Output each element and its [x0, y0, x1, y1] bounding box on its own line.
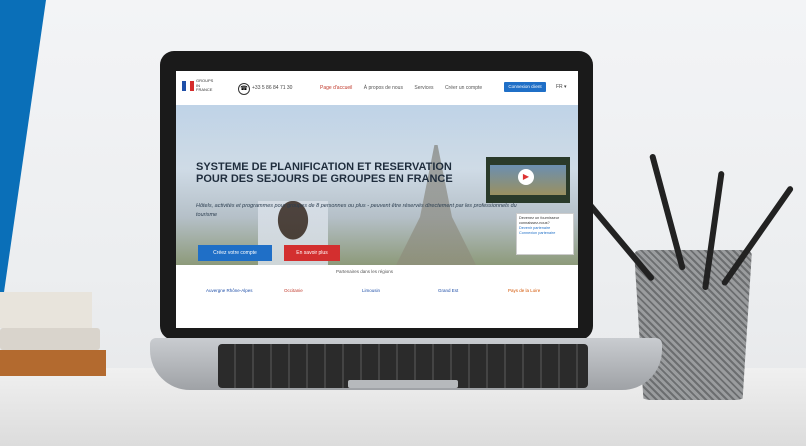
trackpad: [348, 380, 458, 388]
nav-services[interactable]: Services: [414, 85, 433, 91]
book: [0, 292, 92, 328]
partner-box: Devenez un fournisseur connaissez-nous? …: [516, 213, 574, 255]
partner-login-link[interactable]: Connexion partenaire: [519, 231, 571, 236]
books-stack: [0, 292, 110, 382]
partner-box-text: Devenez un fournisseur connaissez-nous?: [519, 216, 560, 225]
book: [0, 350, 106, 376]
main-nav: Page d'accueil À propos de nous Services…: [320, 85, 492, 91]
logo-text[interactable]: GROUPS IN FRANCE: [196, 78, 216, 93]
phone-icon: ☎: [238, 83, 250, 95]
video-thumbnail[interactable]: ▶: [486, 157, 570, 203]
nav-create-account[interactable]: Créer un compte: [445, 85, 482, 91]
flag-logo-icon[interactable]: [182, 81, 196, 91]
hero-title: SYSTEME DE PLANIFICATION ET RESERVATION …: [196, 161, 453, 185]
play-icon[interactable]: ▶: [518, 169, 534, 185]
partners-title: Partenaires dans les régions: [336, 269, 394, 274]
hero-section: SYSTEME DE PLANIFICATION ET RESERVATION …: [176, 105, 578, 265]
learn-more-button[interactable]: En savoir plus: [284, 245, 340, 261]
language-select[interactable]: FR ▾: [556, 84, 567, 90]
nav-home[interactable]: Page d'accueil: [320, 85, 352, 91]
partner-logo[interactable]: Occitanie: [284, 284, 303, 298]
hero-subtitle: Hôtels, activités et programmes pour gro…: [196, 203, 517, 218]
partner-logo[interactable]: Auvergne Rhône-Alpes: [206, 284, 253, 298]
website-page: GROUPS IN FRANCE ☎ +33 5 86 84 71 30 Pag…: [176, 71, 578, 328]
partner-logo[interactable]: Grand Est: [438, 284, 458, 298]
partner-logo[interactable]: Pays de la Loire: [508, 284, 540, 298]
book: [0, 328, 100, 350]
phone-number[interactable]: +33 5 86 84 71 30: [252, 85, 292, 91]
client-login-button[interactable]: Connexion client: [504, 82, 546, 92]
header-bar: GROUPS IN FRANCE ☎ +33 5 86 84 71 30 Pag…: [176, 71, 578, 106]
create-account-button[interactable]: Créez votre compte: [198, 245, 272, 261]
nav-about[interactable]: À propos de nous: [364, 85, 403, 91]
partner-logo[interactable]: Limousin: [362, 284, 380, 298]
pencil: [720, 184, 795, 287]
